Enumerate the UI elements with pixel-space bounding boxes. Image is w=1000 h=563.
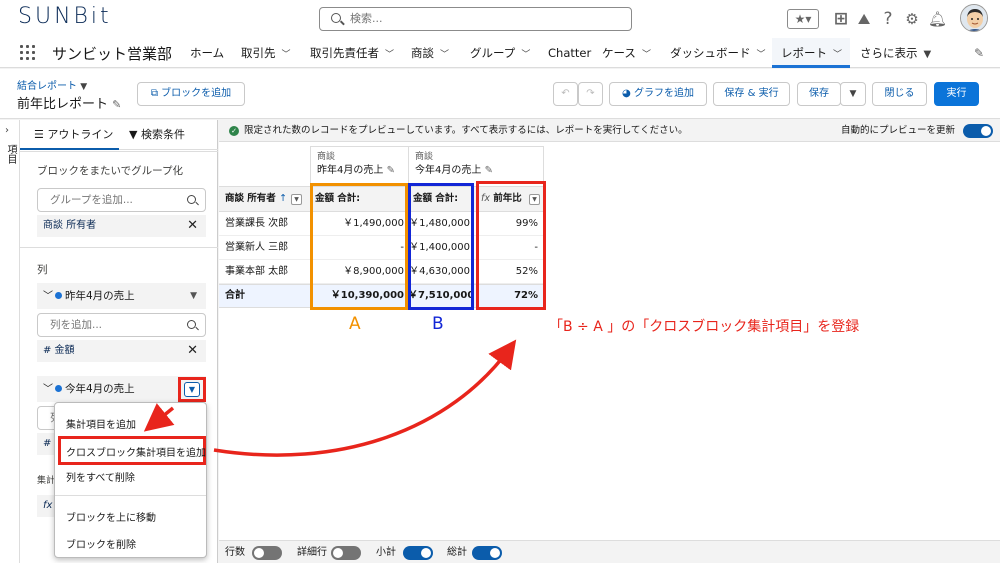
row-counts-toggle[interactable]	[252, 546, 282, 560]
toggle-label-row-counts: 行数	[225, 547, 245, 558]
report-builder-page: SUNBit 検索... ★▾ ⊞ ⛰ ? ⚙ 🔔︎ サンビット営業部 ホーム …	[0, 0, 1000, 563]
toggle-label-subtotals: 小計	[376, 547, 396, 558]
toggle-label-detail-rows: 詳細行	[297, 547, 327, 558]
annotation-arrow-curve	[213, 339, 517, 457]
toggle-label-grand-total: 総計	[447, 547, 467, 558]
annotation-arrow-short	[143, 403, 175, 432]
subtotals-toggle[interactable]	[403, 546, 433, 560]
report-footer-toggles: 行数 詳細行 小計 総計	[219, 540, 1000, 563]
grand-total-toggle[interactable]	[472, 546, 502, 560]
annotation-arrows	[143, 339, 517, 457]
detail-rows-toggle[interactable]	[331, 546, 361, 560]
